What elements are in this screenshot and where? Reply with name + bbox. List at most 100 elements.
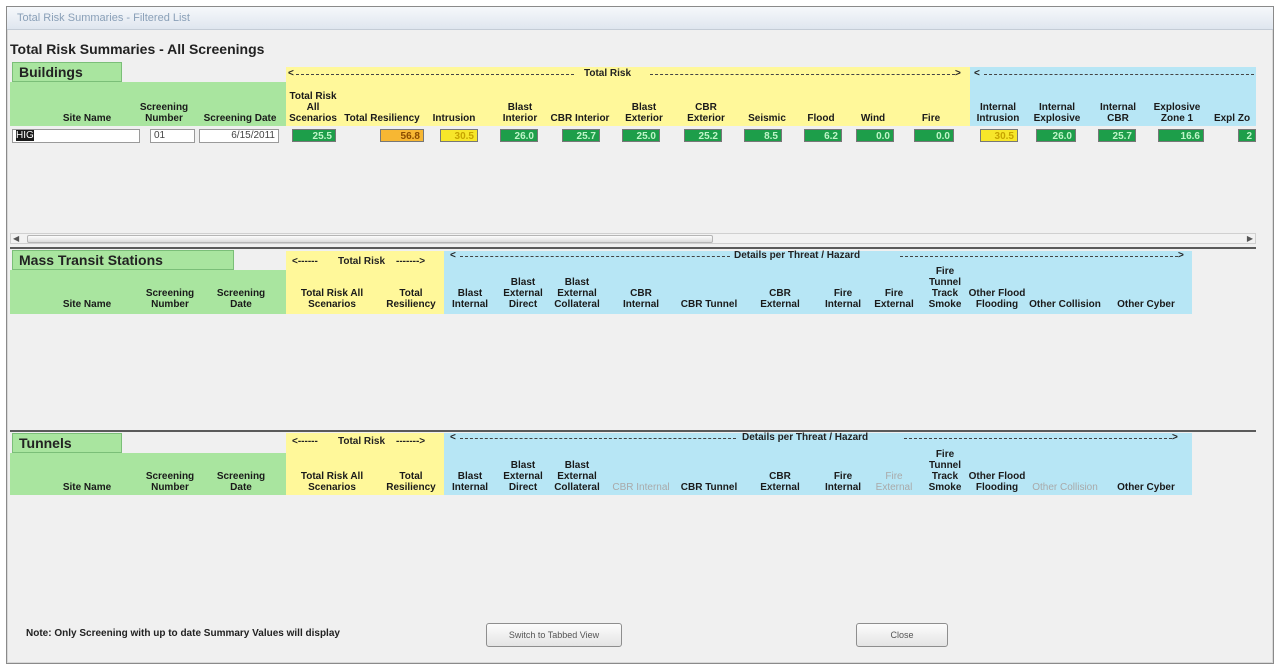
- row-screening-date[interactable]: 6/15/2011: [199, 129, 279, 143]
- mt-group-details: Details per Threat / Hazard: [734, 250, 861, 261]
- mt-details-arrow-left: <: [450, 250, 456, 261]
- mt-group-total-risk: Total Risk: [338, 256, 386, 267]
- tn-col-fire-internal: Fire Internal: [824, 471, 862, 493]
- col-flood: Flood: [807, 113, 835, 124]
- total-risk-arrow-right: [650, 74, 955, 75]
- val-seismic: 8.5: [744, 129, 782, 142]
- buildings-group-total-risk: Total Risk: [584, 68, 632, 79]
- val-explosive-zone-1: 16.6: [1158, 129, 1204, 142]
- tn-group-total-risk: Total Risk: [338, 436, 386, 447]
- footer-note: Note: Only Screening with up to date Sum…: [26, 628, 340, 639]
- tn-col-total-risk-all: Total Risk All Scenarios: [300, 471, 364, 493]
- switch-to-tabbed-view-button[interactable]: Switch to Tabbed View: [486, 623, 622, 647]
- row-screening-number[interactable]: 01: [150, 129, 195, 143]
- mt-col-blast-external-direct: Blast External Direct: [503, 277, 543, 310]
- col-wind: Wind: [860, 113, 886, 124]
- col-blast-interior: Blast Interior: [502, 102, 538, 124]
- mass-transit-divider: [10, 247, 1256, 249]
- tn-col-screening-number: Screening Number: [145, 471, 195, 493]
- mt-col-total-resiliency: Total Resiliency: [386, 288, 436, 310]
- arrow-head-left-2: <: [974, 68, 980, 79]
- tn-arrow-right: ------->: [396, 436, 426, 447]
- tn-col-blast-internal: Blast Internal: [451, 471, 489, 493]
- col-total-risk-all: Total Risk All Scenarios: [289, 91, 337, 124]
- buildings-horizontal-scrollbar[interactable]: ◀ ▶: [10, 233, 1256, 244]
- mt-col-fire-external: Fire External: [874, 288, 914, 310]
- tn-col-fire-external: Fire External: [875, 471, 913, 493]
- internal-arrow-line: [984, 74, 1254, 75]
- window-title: Total Risk Summaries - Filtered List: [7, 7, 1273, 30]
- page-title: Total Risk Summaries - All Screenings: [10, 41, 265, 57]
- tunnels-divider: [10, 430, 1256, 432]
- mt-col-cbr-internal: CBR Internal: [622, 288, 660, 310]
- tn-col-blast-external-direct: Blast External Direct: [503, 460, 543, 493]
- tn-col-other-cyber: Other Cyber: [1117, 482, 1175, 493]
- mt-details-arrow-right: >: [1178, 250, 1184, 261]
- tn-col-cbr-internal: CBR Internal: [612, 482, 670, 493]
- total-risk-arrow-left: [296, 74, 574, 75]
- col-cbr-exterior: CBR Exterior: [687, 102, 725, 124]
- col-total-resiliency: Total Resiliency: [344, 113, 420, 124]
- val-wind: 0.0: [856, 129, 894, 142]
- row-site-name[interactable]: HIG: [12, 129, 140, 143]
- col-site-name: Site Name: [62, 113, 112, 124]
- mass-transit-section-title: Mass Transit Stations: [12, 250, 234, 270]
- tn-col-other-collision: Other Collision: [1032, 482, 1098, 493]
- tn-group-details: Details per Threat / Hazard: [742, 432, 869, 443]
- col-expl-zone-partial: Expl Zo: [1213, 113, 1251, 124]
- mt-col-cbr-tunnel: CBR Tunnel: [680, 299, 738, 310]
- tunnels-section-title: Tunnels: [12, 433, 122, 453]
- tn-col-total-resiliency: Total Resiliency: [386, 471, 436, 493]
- mt-arrow-left: <------: [292, 256, 318, 267]
- mt-col-cbr-external: CBR External: [760, 288, 800, 310]
- tn-details-arrow-left: <: [450, 432, 456, 443]
- val-total-resiliency: 56.8: [380, 129, 424, 142]
- val-total-risk-all: 25.5: [292, 129, 336, 142]
- tn-arrow-left: <------: [292, 436, 318, 447]
- close-button[interactable]: Close: [856, 623, 948, 647]
- scrollbar-thumb[interactable]: [27, 235, 713, 243]
- mt-col-site-name: Site Name: [62, 299, 112, 310]
- col-fire: Fire: [921, 113, 941, 124]
- mt-col-other-cyber: Other Cyber: [1117, 299, 1175, 310]
- tn-details-arrow-right: >: [1172, 432, 1178, 443]
- tn-col-cbr-external: CBR External: [760, 471, 800, 493]
- val-fire: 0.0: [914, 129, 954, 142]
- arrow-right-icon[interactable]: ▶: [1247, 234, 1253, 243]
- val-flood: 6.2: [804, 129, 842, 142]
- mt-col-fire-internal: Fire Internal: [824, 288, 862, 310]
- arrow-left-icon[interactable]: ◀: [13, 234, 19, 243]
- col-intrusion: Intrusion: [432, 113, 476, 124]
- tn-col-blast-external-collateral: Blast External Collateral: [554, 460, 600, 493]
- mt-arrow-right: ------->: [396, 256, 426, 267]
- col-internal-intrusion: Internal Intrusion: [976, 102, 1020, 124]
- mt-col-screening-number: Screening Number: [145, 288, 195, 310]
- val-blast-interior: 26.0: [500, 129, 538, 142]
- arrow-head-right: >: [955, 68, 961, 79]
- mt-col-blast-internal: Blast Internal: [451, 288, 489, 310]
- val-cbr-exterior: 25.2: [684, 129, 722, 142]
- tn-col-other-flood-flooding: Other Flood Flooding: [968, 471, 1026, 493]
- col-explosive-zone-1: Explosive Zone 1: [1153, 102, 1201, 124]
- col-seismic: Seismic: [748, 113, 786, 124]
- val-expl-zone-partial: 2: [1238, 129, 1256, 142]
- mt-col-other-flood-flooding: Other Flood Flooding: [968, 288, 1026, 310]
- buildings-section-title: Buildings: [12, 62, 122, 82]
- val-intrusion: 30.5: [440, 129, 478, 142]
- mt-col-other-collision: Other Collision: [1029, 299, 1101, 310]
- mt-col-blast-external-collateral: Blast External Collateral: [554, 277, 600, 310]
- val-blast-exterior: 25.0: [622, 129, 660, 142]
- col-screening-number: Screening Number: [139, 102, 189, 124]
- tn-col-cbr-tunnel: CBR Tunnel: [680, 482, 738, 493]
- val-internal-explosive: 26.0: [1036, 129, 1076, 142]
- mt-col-screening-date: Screening Date: [216, 288, 266, 310]
- tn-details-line-left: [460, 438, 736, 439]
- tn-col-fire-tunnel-track-smoke: Fire Tunnel Track Smoke: [928, 449, 962, 493]
- col-cbr-interior: CBR Interior: [550, 113, 610, 124]
- tn-col-site-name: Site Name: [62, 482, 112, 493]
- col-internal-explosive: Internal Explosive: [1033, 102, 1081, 124]
- mt-details-line-left: [460, 256, 730, 257]
- val-cbr-interior: 25.7: [562, 129, 600, 142]
- col-internal-cbr: Internal CBR: [1099, 102, 1137, 124]
- col-screening-date: Screening Date: [203, 113, 277, 124]
